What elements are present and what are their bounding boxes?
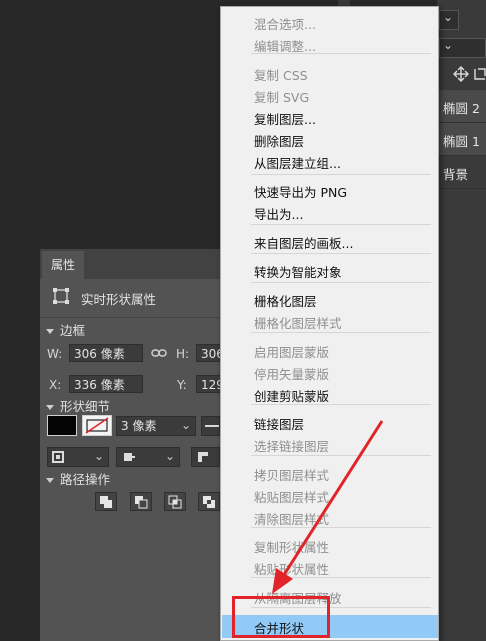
menu-separator: [251, 174, 431, 175]
menu-item-delete-layer[interactable]: 删除图层: [254, 131, 304, 150]
collapse-triangle-icon: [46, 405, 54, 410]
layer-name: 椭圆 1: [443, 134, 480, 149]
menu-separator: [251, 332, 431, 333]
h-label: H:: [176, 347, 190, 361]
chevron-down-icon: ⌄: [443, 38, 454, 52]
stroke-align-select[interactable]: ⌄: [47, 447, 109, 467]
stroke-color-swatch[interactable]: [82, 415, 112, 436]
menu-item-paste-shape-attributes[interactable]: 粘贴形状属性: [254, 559, 329, 578]
section-path-ops-label: 路径操作: [60, 472, 111, 487]
context-menu: 混合选项... 编辑调整... 复制 CSS 复制 SVG 复制图层... 删除…: [220, 6, 439, 641]
stroke-type-select[interactable]: [201, 416, 220, 436]
chevron-down-icon: ⌄: [180, 418, 191, 432]
menu-separator: [251, 253, 431, 254]
menu-item-group-from-layers[interactable]: 从图层建立组...: [254, 153, 341, 172]
x-label: X:: [49, 378, 62, 392]
stroke-corner-icon: [198, 452, 208, 462]
tab-properties[interactable]: 属性: [42, 251, 84, 279]
menu-item-blending-options[interactable]: 混合选项...: [254, 14, 316, 33]
y-label: Y:: [177, 378, 187, 392]
intersect-shapes-button[interactable]: [164, 492, 186, 511]
exclude-overlap-button[interactable]: [198, 492, 220, 511]
section-bounds-label: 边框: [60, 323, 86, 338]
menu-item-enable-layer-mask[interactable]: 启用图层蒙版: [254, 342, 329, 361]
menu-item-rasterize-layer-style[interactable]: 栅格化图层样式: [254, 313, 342, 332]
intersect-shapes-icon: [168, 495, 182, 509]
fill-color-swatch[interactable]: [47, 415, 77, 436]
combine-shapes-button[interactable]: [95, 492, 117, 511]
x-input[interactable]: 336 像素: [69, 375, 143, 393]
layer-row[interactable]: 背景: [437, 156, 486, 189]
menu-item-copy-layer-style[interactable]: 拷贝图层样式: [254, 465, 329, 484]
chevron-down-icon: ⌄: [443, 10, 454, 24]
canvas-area: [0, 0, 220, 249]
annotation-highlight-box: [232, 596, 330, 638]
menu-item-copy-shape-attributes[interactable]: 复制形状属性: [254, 537, 329, 556]
chevron-down-icon: ⌄: [93, 449, 104, 463]
divider: [40, 317, 220, 318]
menu-item-link-layers[interactable]: 链接图层: [254, 414, 304, 433]
link-icon[interactable]: [151, 347, 167, 359]
stroke-align-icon: [52, 451, 64, 463]
menu-item-convert-smart-object[interactable]: 转换为智能对象: [254, 262, 342, 281]
layer-row[interactable]: 椭圆 1: [437, 123, 486, 156]
stroke-size-input[interactable]: 3 像素 ⌄: [116, 416, 196, 436]
section-shape-details[interactable]: 形状细节: [46, 396, 110, 415]
menu-item-disable-vector-mask[interactable]: 停用矢量蒙版: [254, 364, 329, 383]
blend-mode-select[interactable]: ⌄: [439, 38, 486, 58]
menu-item-copy-svg[interactable]: 复制 SVG: [254, 87, 309, 106]
combine-shapes-icon: [100, 496, 112, 508]
subtract-front-button[interactable]: [130, 492, 152, 511]
menu-item-artboard-from-layers[interactable]: 来自图层的画板...: [254, 233, 353, 252]
chevron-down-icon: ⌄: [164, 449, 175, 463]
section-bounds[interactable]: 边框: [46, 320, 85, 339]
layer-name: 椭圆 2: [443, 101, 480, 116]
menu-separator: [251, 282, 431, 283]
section-shape-details-label: 形状细节: [60, 399, 111, 414]
section-path-ops[interactable]: 路径操作: [46, 469, 110, 488]
menu-separator: [251, 224, 431, 225]
stroke-cap-icon: [124, 453, 135, 461]
move-lock-icon[interactable]: [453, 66, 486, 82]
properties-tabbar: 属性: [40, 249, 220, 279]
collapse-triangle-icon: [46, 329, 54, 334]
width-input[interactable]: 306 像素: [69, 344, 143, 362]
stroke-cap-select[interactable]: ⌄: [116, 447, 180, 467]
properties-panel: 属性 实时形状属性 边框 W: 306 像素 H: 306 X: 336 像素 …: [40, 249, 226, 641]
stroke-corner-select[interactable]: [191, 447, 220, 467]
menu-item-copy-css[interactable]: 复制 CSS: [254, 65, 308, 84]
menu-item-quick-export-png[interactable]: 快速导出为 PNG: [254, 182, 347, 201]
exclude-overlap-icon: [203, 496, 215, 508]
menu-item-clear-layer-style[interactable]: 清除图层样式: [254, 509, 329, 528]
menu-item-export-as[interactable]: 导出为...: [254, 204, 303, 223]
menu-item-create-clipping-mask[interactable]: 创建剪贴蒙版: [254, 386, 329, 405]
menu-separator: [251, 455, 431, 456]
menu-item-select-linked-layers[interactable]: 选择链接图层: [254, 436, 329, 455]
stroke-line-icon: [205, 425, 219, 427]
subtract-front-icon: [135, 496, 148, 509]
menu-item-edit-adjustment[interactable]: 编辑调整...: [254, 36, 316, 55]
collapse-triangle-icon: [46, 478, 54, 483]
layer-filter-select[interactable]: ⌄: [439, 10, 459, 30]
menu-item-duplicate-layer[interactable]: 复制图层...: [254, 109, 316, 128]
live-shape-icon: [53, 288, 69, 304]
menu-item-paste-layer-style[interactable]: 粘贴图层样式: [254, 487, 329, 506]
menu-item-rasterize-layer[interactable]: 栅格化图层: [254, 291, 317, 310]
shape-properties-title: 实时形状属性: [81, 292, 157, 307]
layer-name: 背景: [443, 167, 469, 182]
stroke-size-value: 3 像素: [121, 419, 157, 433]
layer-row[interactable]: 椭圆 2: [437, 90, 486, 123]
w-label: W:: [47, 347, 63, 361]
